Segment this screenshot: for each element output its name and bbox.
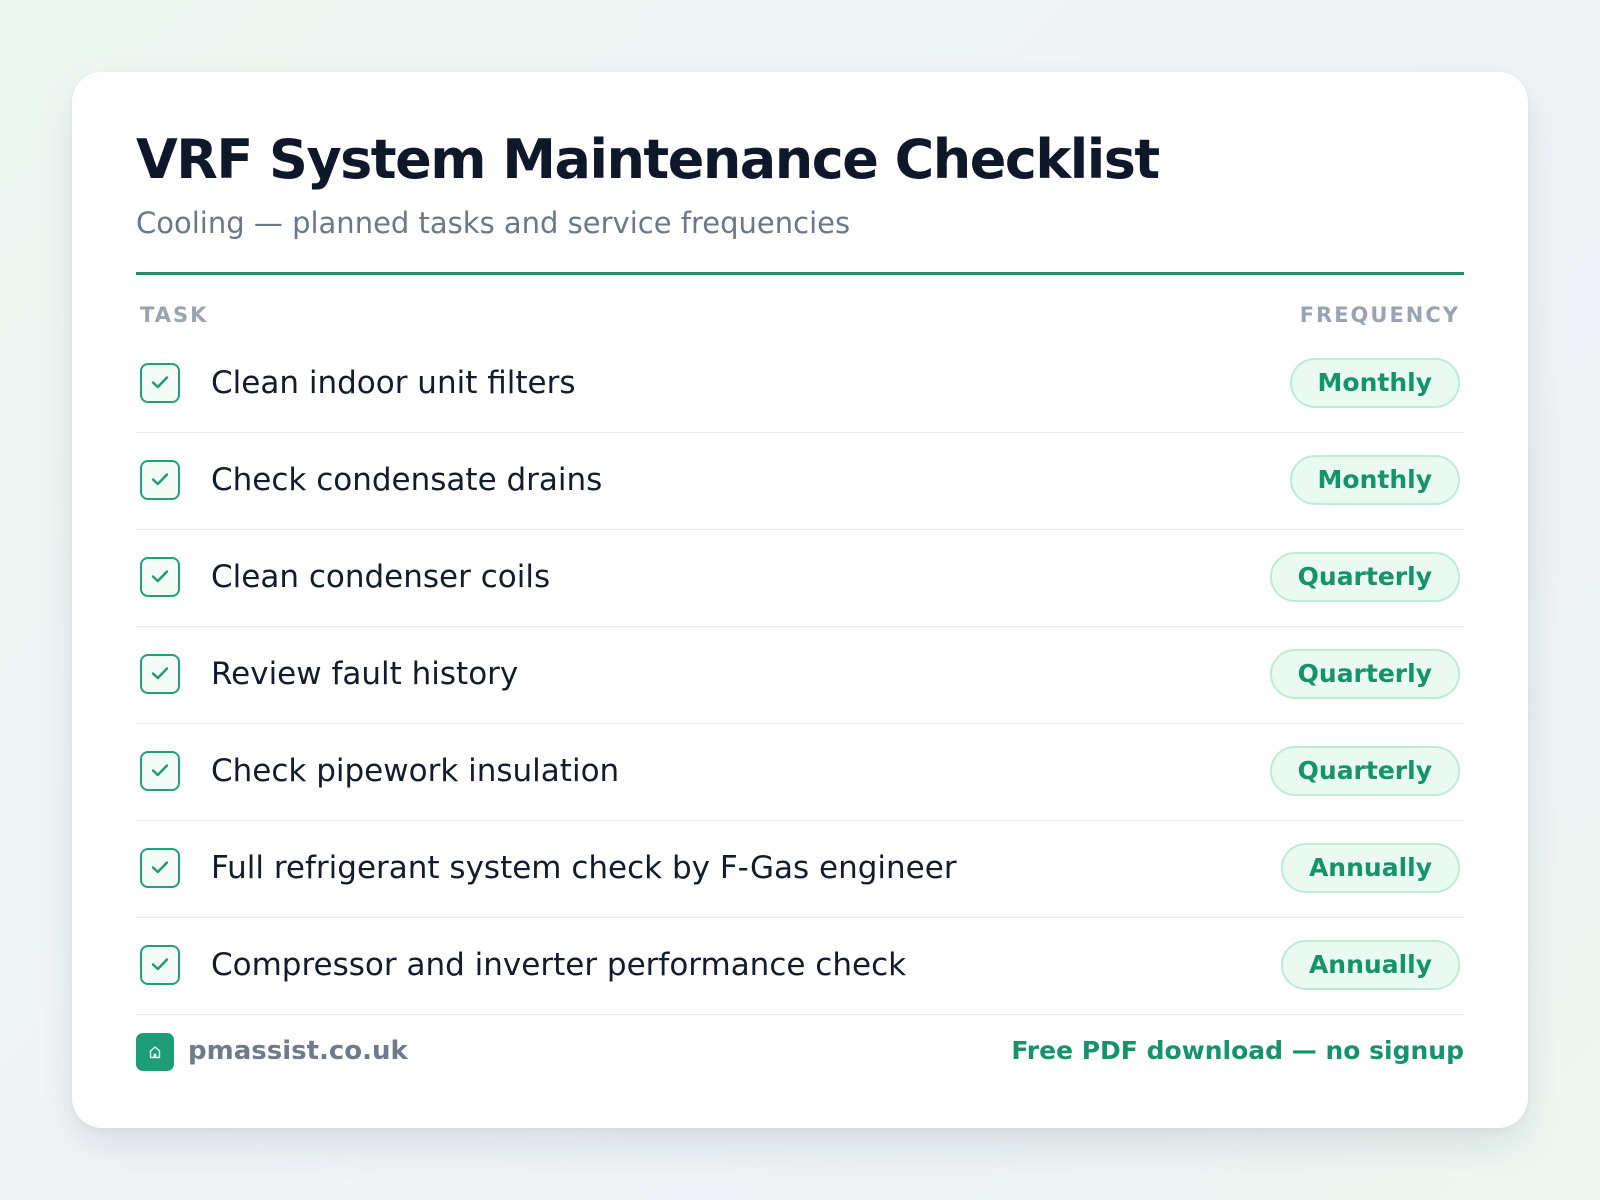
free-pdf-download-link[interactable]: Free PDF download — no signup <box>1011 1036 1464 1066</box>
task-label: Full refrigerant system check by F-Gas e… <box>211 850 957 886</box>
card-footer: pmassist.co.uk Free PDF download — no si… <box>136 1032 1464 1072</box>
task-checkbox[interactable] <box>140 460 180 500</box>
page-title: VRF System Maintenance Checklist <box>136 128 1160 191</box>
header-divider <box>136 272 1464 275</box>
task-label: Compressor and inverter performance chec… <box>211 947 907 983</box>
checkmark-icon <box>151 958 169 971</box>
frequency-badge: Annually <box>1280 843 1460 893</box>
page-subtitle: Cooling — planned tasks and service freq… <box>136 206 851 240</box>
task-row: Check condensate drains Monthly <box>136 433 1464 530</box>
task-label: Clean indoor unit filters <box>211 365 576 401</box>
task-label: Clean condenser coils <box>211 559 551 595</box>
task-checkbox[interactable] <box>140 945 180 985</box>
checkmark-icon <box>151 764 169 777</box>
frequency-badge: Quarterly <box>1269 746 1460 796</box>
frequency-badge: Monthly <box>1289 455 1460 505</box>
frequency-badge: Monthly <box>1289 358 1460 408</box>
task-checkbox[interactable] <box>140 751 180 791</box>
task-label: Review fault history <box>211 656 519 692</box>
frequency-badge: Quarterly <box>1269 649 1460 699</box>
site-logo <box>136 1033 174 1071</box>
task-checkbox[interactable] <box>140 557 180 597</box>
checkmark-icon <box>151 473 169 486</box>
card-content: VRF System Maintenance Checklist Cooling… <box>136 72 1464 1128</box>
task-row: Compressor and inverter performance chec… <box>136 918 1464 1015</box>
checkmark-icon <box>151 570 169 583</box>
task-list: Clean indoor unit filters Monthly Check … <box>136 336 1464 1015</box>
column-header-task: TASK <box>140 303 209 327</box>
checkmark-icon <box>151 861 169 874</box>
task-row: Clean condenser coils Quarterly <box>136 530 1464 627</box>
house-icon <box>149 1046 161 1059</box>
task-row: Full refrigerant system check by F-Gas e… <box>136 821 1464 918</box>
task-row: Clean indoor unit filters Monthly <box>136 336 1464 433</box>
task-row: Check pipework insulation Quarterly <box>136 724 1464 821</box>
task-row: Review fault history Quarterly <box>136 627 1464 724</box>
task-checkbox[interactable] <box>140 363 180 403</box>
task-label: Check condensate drains <box>211 462 603 498</box>
checklist-card: VRF System Maintenance Checklist Cooling… <box>72 72 1528 1128</box>
task-label: Check pipework insulation <box>211 753 620 789</box>
frequency-badge: Annually <box>1280 940 1460 990</box>
frequency-badge: Quarterly <box>1269 552 1460 602</box>
column-header-frequency: FREQUENCY <box>1299 303 1460 327</box>
task-checkbox[interactable] <box>140 848 180 888</box>
site-name: pmassist.co.uk <box>188 1036 408 1066</box>
checkmark-icon <box>151 376 169 389</box>
checkmark-icon <box>151 667 169 680</box>
task-checkbox[interactable] <box>140 654 180 694</box>
